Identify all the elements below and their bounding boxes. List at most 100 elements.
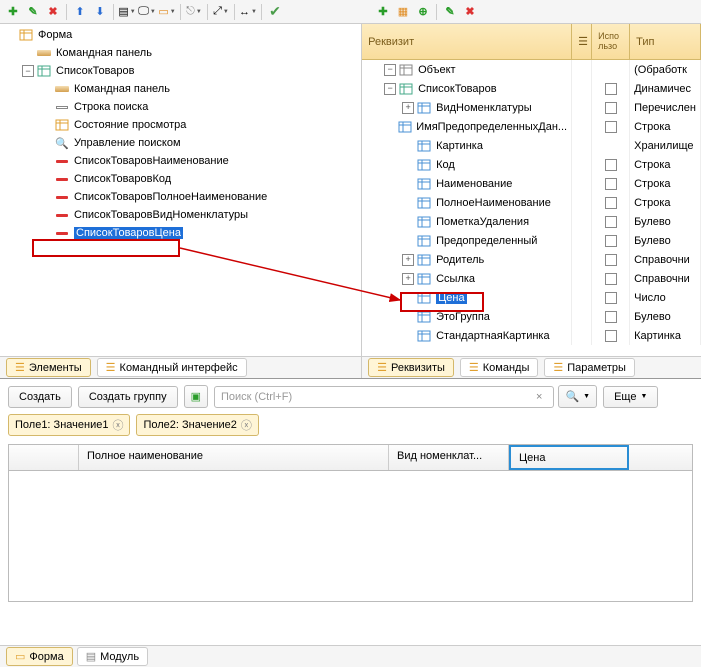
list-icon[interactable]: ▤▼: [118, 3, 136, 21]
attr-row[interactable]: ЭтоГруппаБулево: [362, 307, 701, 326]
data-table[interactable]: Полное наименованиеВид номенклат...Цена: [8, 444, 693, 602]
expand-icon[interactable]: +: [402, 102, 414, 114]
attr-row[interactable]: НаименованиеСтрока: [362, 174, 701, 193]
chip-close-icon[interactable]: ⓧ: [241, 417, 252, 433]
create-group-button[interactable]: Создать группу: [78, 386, 178, 408]
form-icon: [18, 28, 34, 42]
copy-attr-icon[interactable]: ▦: [394, 3, 412, 21]
collapse-icon[interactable]: −: [384, 64, 396, 76]
expand-icon[interactable]: ↔▼: [239, 3, 257, 21]
col-rekvizit[interactable]: Реквизит: [362, 24, 572, 59]
add-attr-icon[interactable]: ✚: [374, 3, 392, 21]
tree-item[interactable]: СписокТоваровКод: [0, 170, 361, 188]
use-checkbox[interactable]: [605, 159, 617, 171]
edit-attr-icon[interactable]: ✎: [441, 3, 459, 21]
use-checkbox[interactable]: [605, 292, 617, 304]
attr-row[interactable]: ПолноеНаименованиеСтрока: [362, 193, 701, 212]
use-checkbox[interactable]: [605, 235, 617, 247]
table-col-header[interactable]: Цена: [509, 445, 629, 470]
tree-item[interactable]: Форма: [0, 26, 361, 44]
filter-chip[interactable]: Поле1: Значение1ⓧ: [8, 414, 130, 436]
form-icon[interactable]: ▭▼: [158, 3, 176, 21]
more-button[interactable]: Еще ▼: [603, 386, 658, 408]
col-icon: [416, 234, 432, 248]
attr-row[interactable]: СтандартнаяКартинкаКартинка: [362, 326, 701, 345]
footer-tab-module[interactable]: ▤Модуль: [77, 647, 148, 666]
resize-icon[interactable]: ⤢▼: [212, 3, 230, 21]
attr-row[interactable]: ЦенаЧисло: [362, 288, 701, 307]
attr-label: Картинка: [436, 140, 483, 152]
use-checkbox[interactable]: [605, 102, 617, 114]
attr-row[interactable]: +СсылкаСправочни: [362, 269, 701, 288]
edit-icon[interactable]: ✎: [24, 3, 42, 21]
attr-row[interactable]: +ВидНоменклатурыПеречислен: [362, 98, 701, 117]
attr-row[interactable]: КартинкаХранилище: [362, 136, 701, 155]
create-button[interactable]: Создать: [8, 386, 72, 408]
delete-icon[interactable]: ✖: [44, 3, 62, 21]
col-flag[interactable]: ☰: [572, 24, 592, 59]
table-col-header[interactable]: Полное наименование: [79, 445, 389, 470]
attr-row[interactable]: ИмяПредопределенныхДан...Строка: [362, 117, 701, 136]
tree-item[interactable]: СписокТоваровПолноеНаименование: [0, 188, 361, 206]
attr-label: ПометкаУдаления: [436, 216, 529, 228]
collapse-icon[interactable]: −: [384, 83, 396, 95]
search-button[interactable]: 🔍 ▼: [558, 385, 597, 408]
refresh-button[interactable]: ▣: [184, 385, 208, 408]
attr-row[interactable]: ПредопределенныйБулево: [362, 231, 701, 250]
tree-item[interactable]: Командная панель: [0, 44, 361, 62]
clear-search-icon[interactable]: ×: [536, 391, 542, 403]
attr-row[interactable]: КодСтрока: [362, 155, 701, 174]
tab-command-interface[interactable]: ☰Командный интерфейс: [97, 358, 247, 377]
add-icon[interactable]: ✚: [4, 3, 22, 21]
tree-item[interactable]: Строка поиска: [0, 98, 361, 116]
input-icon: [54, 100, 70, 114]
tree-item[interactable]: Командная панель: [0, 80, 361, 98]
use-checkbox[interactable]: [605, 197, 617, 209]
table-col-header[interactable]: Вид номенклат...: [389, 445, 509, 470]
move-down-icon[interactable]: ⬇: [91, 3, 109, 21]
table-col-header[interactable]: [9, 445, 79, 470]
use-checkbox[interactable]: [605, 216, 617, 228]
col-use[interactable]: Испо льзо: [592, 24, 630, 59]
use-checkbox[interactable]: [605, 311, 617, 323]
use-checkbox[interactable]: [605, 121, 617, 133]
elements-tree[interactable]: ФормаКомандная панель−СписокТоваровКоман…: [0, 24, 361, 356]
delete-attr-icon[interactable]: ✖: [461, 3, 479, 21]
filter-chip[interactable]: Поле2: Значение2ⓧ: [136, 414, 258, 436]
expand-icon[interactable]: +: [402, 254, 414, 266]
search-input[interactable]: Поиск (Ctrl+F): [214, 386, 554, 408]
use-checkbox[interactable]: [605, 83, 617, 95]
link-icon[interactable]: ⎋▼: [185, 3, 203, 21]
tab-commands[interactable]: ☰Команды: [460, 358, 538, 377]
attr-row[interactable]: ПометкаУдаления Булево: [362, 212, 701, 231]
tree-item[interactable]: СписокТоваровВидНоменклатуры: [0, 206, 361, 224]
tree-item[interactable]: 🔍Управление поиском: [0, 134, 361, 152]
tree-item[interactable]: −СписокТоваров: [0, 62, 361, 80]
expand-icon[interactable]: +: [402, 273, 414, 285]
use-checkbox[interactable]: [605, 254, 617, 266]
tree-item[interactable]: Состояние просмотра: [0, 116, 361, 134]
type-cell: Булево: [630, 212, 701, 231]
col-type[interactable]: Тип: [630, 24, 701, 59]
tab-elements[interactable]: ☰Элементы: [6, 358, 91, 377]
tab-attributes[interactable]: ☰Реквизиты: [368, 358, 454, 377]
attributes-tree[interactable]: −Объект(Обработк−СписокТоваровДинамичес+…: [362, 60, 701, 356]
screen-icon[interactable]: 🖵▼: [138, 3, 156, 21]
check-icon[interactable]: ✔: [266, 3, 284, 21]
attr-row[interactable]: −СписокТоваровДинамичес: [362, 79, 701, 98]
tree-item[interactable]: СписокТоваровНаименование: [0, 152, 361, 170]
chip-close-icon[interactable]: ⓧ: [112, 417, 123, 433]
use-checkbox[interactable]: [605, 178, 617, 190]
add-col-icon[interactable]: ⊕: [414, 3, 432, 21]
move-up-icon[interactable]: ⬆: [71, 3, 89, 21]
bar-icon: [54, 82, 70, 96]
tree-label: СписокТоваровНаименование: [74, 155, 229, 167]
collapse-icon[interactable]: −: [22, 65, 34, 77]
use-checkbox[interactable]: [605, 273, 617, 285]
tab-parameters[interactable]: ☰Параметры: [544, 358, 635, 377]
footer-tab-form[interactable]: ▭Форма: [6, 647, 73, 666]
attr-row[interactable]: +РодительСправочни: [362, 250, 701, 269]
tree-item[interactable]: СписокТоваровЦена: [0, 224, 361, 242]
attr-row[interactable]: −Объект(Обработк: [362, 60, 701, 79]
use-checkbox[interactable]: [605, 330, 617, 342]
